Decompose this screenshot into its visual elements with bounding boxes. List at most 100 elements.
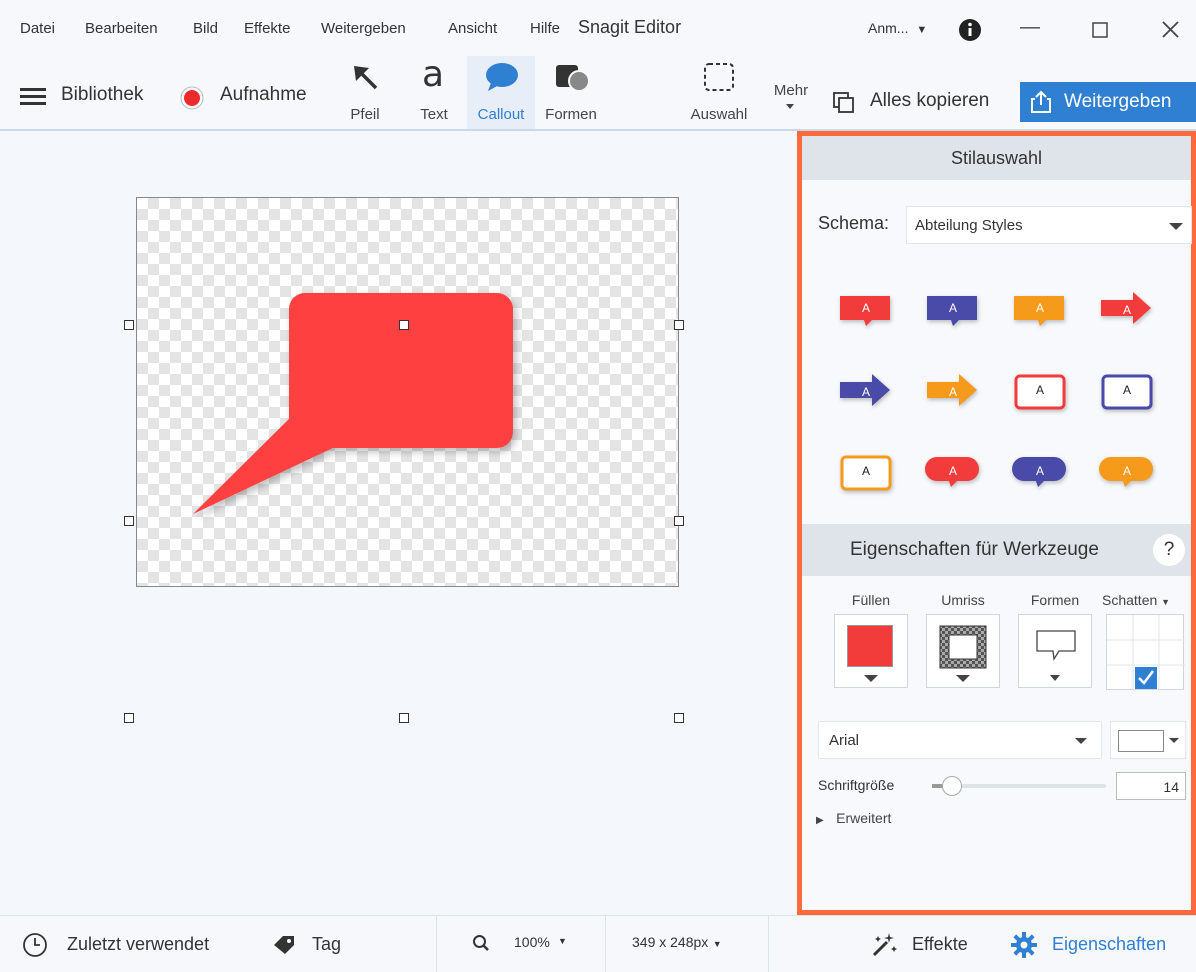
menu-effekte[interactable]: Effekte <box>244 20 290 37</box>
arrow-icon <box>354 66 378 90</box>
share-button[interactable]: Weitergeben <box>1020 82 1196 122</box>
info-icon[interactable] <box>958 18 982 42</box>
style-item-outline[interactable]: A <box>1014 374 1066 410</box>
tool-shapes[interactable]: Formen <box>537 56 605 129</box>
callout-shape[interactable] <box>137 198 680 588</box>
resize-handle-se[interactable] <box>674 713 684 723</box>
font-color-button[interactable] <box>1110 721 1186 759</box>
style-letter: A <box>1036 464 1044 478</box>
fill-label: Füllen <box>851 592 891 608</box>
font-value: Arial <box>829 732 860 749</box>
shape-label: Formen <box>1030 592 1080 608</box>
style-letter: A <box>1123 303 1131 317</box>
tag-label: Tag <box>312 934 342 954</box>
tool-arrow-label: Pfeil <box>350 106 380 123</box>
resize-handle-w[interactable] <box>124 516 134 526</box>
toolbar: Bibliothek Aufnahme Pfeil a Text Callout <box>0 54 1196 131</box>
clock-icon <box>23 933 47 957</box>
maximize-icon[interactable] <box>1092 22 1108 38</box>
shadow-grid[interactable] <box>1106 614 1185 691</box>
outline-button[interactable] <box>926 614 1000 688</box>
more-button[interactable]: Mehr <box>768 82 814 122</box>
divider <box>605 916 606 972</box>
style-item-arrow[interactable]: A <box>1101 292 1151 324</box>
account-label: Anm... <box>868 20 909 36</box>
chevron-down-icon: ▼ <box>1161 597 1171 607</box>
style-item-callout[interactable]: A <box>1014 296 1064 326</box>
chevron-down-icon <box>786 104 794 109</box>
menu-bearbeiten[interactable]: Bearbeiten <box>85 20 158 37</box>
style-item-outline[interactable]: A <box>1101 374 1153 410</box>
menu-hilfe[interactable]: Hilfe <box>530 20 560 37</box>
resize-handle-n[interactable] <box>399 320 409 330</box>
shapes-icon <box>556 65 590 92</box>
menu-weitergeben[interactable]: Weitergeben <box>321 20 406 37</box>
style-item-arrow[interactable]: A <box>840 374 890 406</box>
image-canvas[interactable] <box>136 197 679 587</box>
app-title: Snagit Editor <box>578 17 682 37</box>
copy-all-label: Alles kopieren <box>870 90 990 111</box>
fill-swatch <box>847 625 893 667</box>
gear-icon <box>1011 932 1037 958</box>
resize-handle-s[interactable] <box>399 713 409 723</box>
tool-selection[interactable]: Auswahl <box>682 56 756 129</box>
style-letter: A <box>949 464 957 478</box>
tool-callout[interactable]: Callout <box>467 56 535 129</box>
chevron-down-icon <box>1169 738 1179 743</box>
style-item-oval[interactable]: A <box>1012 457 1066 487</box>
resize-handle-nw[interactable] <box>124 320 134 330</box>
resize-handle-sw[interactable] <box>124 713 134 723</box>
font-select[interactable]: Arial <box>818 721 1102 759</box>
menu-datei[interactable]: Datei <box>20 20 55 37</box>
chevron-down-icon <box>956 675 970 682</box>
style-item-outline[interactable]: A <box>840 455 892 491</box>
tool-selection-label: Auswahl <box>690 106 748 123</box>
menu-bar: Datei Bearbeiten Bild Effekte Weitergebe… <box>0 0 1196 56</box>
style-item-oval[interactable]: A <box>925 457 979 487</box>
fill-color-button[interactable] <box>834 614 908 688</box>
help-icon[interactable]: ? <box>1153 534 1185 566</box>
advanced-toggle[interactable]: ▶ Erweitert <box>816 810 891 828</box>
tool-arrow[interactable]: Pfeil <box>338 56 392 129</box>
font-size-input[interactable]: 14 <box>1116 772 1186 800</box>
tool-callout-label: Callout <box>477 106 525 123</box>
chevron-down-icon <box>864 675 878 682</box>
capture-label: Aufnahme <box>220 84 307 105</box>
style-item-arrow[interactable]: A <box>927 374 977 406</box>
slider-thumb[interactable] <box>942 776 962 796</box>
style-letter: A <box>949 301 957 315</box>
style-item-callout[interactable]: A <box>927 296 977 326</box>
more-label: Mehr <box>773 82 809 99</box>
callout-icon <box>486 63 518 91</box>
dimensions-value: 349 x 248px <box>632 934 709 950</box>
status-bar: Zuletzt verwendet Tag 100% ▼ 349 x 248px… <box>0 915 1196 972</box>
scheme-value: Abteilung Styles <box>915 217 1023 234</box>
account-menu[interactable]: Anm... ▼ <box>868 20 927 36</box>
scheme-select[interactable]: Abteilung Styles <box>906 206 1192 244</box>
shape-button[interactable] <box>1018 614 1092 688</box>
dimensions-dropdown[interactable]: 349 x 248px ▼ <box>632 934 722 952</box>
shadow-dropdown[interactable]: Schatten ▼ <box>1102 592 1170 608</box>
chevron-down-icon <box>1169 223 1183 230</box>
resize-handle-ne[interactable] <box>674 320 684 330</box>
effects-label: Effekte <box>912 934 968 954</box>
font-size-slider[interactable] <box>932 776 1106 796</box>
library-label: Bibliothek <box>61 84 144 105</box>
menu-ansicht[interactable]: Ansicht <box>448 20 497 37</box>
style-item-oval[interactable]: A <box>1099 457 1153 487</box>
callout-shape-icon <box>1036 630 1076 661</box>
minimize-icon[interactable]: — <box>1020 16 1040 39</box>
style-grid: A A A A A A A A A A A A <box>840 292 1153 491</box>
chevron-down-icon: ▼ <box>712 939 722 949</box>
style-item-callout[interactable]: A <box>840 296 890 326</box>
divider <box>768 916 769 972</box>
close-icon[interactable] <box>1162 21 1179 38</box>
menu-bild[interactable]: Bild <box>193 20 218 37</box>
shadow-label: Schatten <box>1102 592 1158 608</box>
resize-handle-e[interactable] <box>674 516 684 526</box>
tool-text[interactable]: a Text <box>408 54 460 129</box>
scheme-label: Schema: <box>818 213 890 233</box>
properties-panel: Stilauswahl Schema: Abteilung Styles AAA… <box>797 131 1196 915</box>
font-color-swatch <box>1118 730 1164 752</box>
selection-icon <box>704 63 734 91</box>
